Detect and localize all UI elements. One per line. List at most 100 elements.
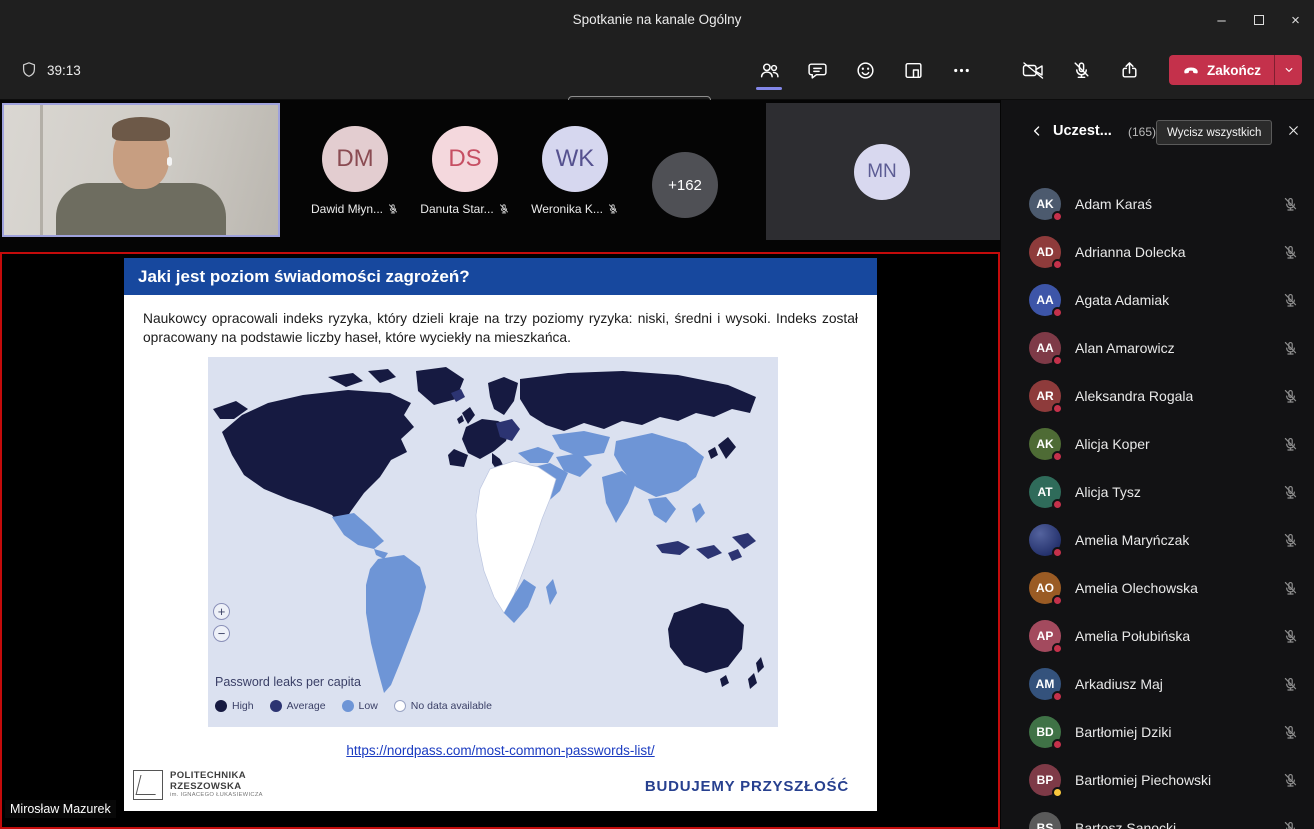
mic-off-icon xyxy=(1282,292,1299,309)
nordpass-link: https://nordpass.com/most-common-passwor… xyxy=(346,743,654,758)
mic-off-icon xyxy=(1282,676,1299,693)
close-button[interactable]: × xyxy=(1277,0,1314,40)
strip-participant-tile[interactable]: DS Danuta Star... xyxy=(410,100,520,250)
participant-row[interactable]: AK Alicja Koper xyxy=(1001,420,1314,468)
participant-name: Amelia Olechowska xyxy=(1075,580,1198,596)
maximize-button[interactable] xyxy=(1240,0,1277,40)
participant-name: Amelia Maryńczak xyxy=(1075,532,1189,548)
presenter-name-label: Mirosław Mazurek xyxy=(5,800,116,818)
active-tab-indicator xyxy=(756,87,782,90)
participant-row[interactable]: AA Alan Amarowicz xyxy=(1001,324,1314,372)
map-legend-title: Password leaks per capita xyxy=(215,675,361,689)
participant-name: Adam Karaś xyxy=(1075,196,1152,212)
chat-button[interactable] xyxy=(796,49,838,91)
participant-row[interactable]: Amelia Maryńczak xyxy=(1001,516,1314,564)
overflow-count-badge: +162 xyxy=(652,152,718,218)
camera-toggle-button[interactable] xyxy=(1012,49,1054,91)
participant-row[interactable]: BP Bartłomiej Piechowski xyxy=(1001,756,1314,804)
strip-participant-name: Dawid Młyn... xyxy=(311,202,399,216)
participant-row[interactable]: BD Bartłomiej Dziki xyxy=(1001,708,1314,756)
mic-off-icon xyxy=(1282,820,1299,829)
slide-link-row: https://nordpass.com/most-common-passwor… xyxy=(124,742,877,760)
overflow-participants-tile[interactable]: +162 xyxy=(630,100,740,218)
minimize-button[interactable]: – xyxy=(1203,0,1240,40)
participant-row[interactable]: AK Adam Karaś xyxy=(1001,180,1314,228)
presence-dot xyxy=(1052,355,1063,366)
hang-up-icon xyxy=(1182,61,1200,79)
participant-video-tile[interactable]: MN xyxy=(766,103,1000,240)
legend-item: High xyxy=(215,700,254,712)
mic-off-icon xyxy=(498,203,510,215)
legend-color-dot xyxy=(270,700,282,712)
politechnika-logo-mark xyxy=(133,770,163,800)
participant-name: Alan Amarowicz xyxy=(1075,340,1175,356)
panel-back-button[interactable] xyxy=(1029,123,1047,141)
avatar: DM xyxy=(322,126,388,192)
strip-participant-tile[interactable]: WK Weronika K... xyxy=(520,100,630,250)
toolbar-center-icons xyxy=(748,49,982,91)
people-icon xyxy=(759,60,780,81)
end-call-button[interactable]: Zakończ xyxy=(1169,55,1274,85)
toolbar-device-icons xyxy=(1012,49,1150,91)
mic-off-icon xyxy=(1282,436,1299,453)
participant-name: Alicja Tysz xyxy=(1075,484,1141,500)
mic-off-icon xyxy=(607,203,619,215)
meeting-timer: 39:13 xyxy=(47,63,81,78)
avatar: WK xyxy=(542,126,608,192)
end-call-options-button[interactable] xyxy=(1275,55,1302,85)
mic-off-icon xyxy=(1282,772,1299,789)
presenter-video-tile[interactable] xyxy=(2,103,280,237)
participant-name: Amelia Połubińska xyxy=(1075,628,1190,644)
legend-color-dot xyxy=(394,700,406,712)
more-actions-button[interactable] xyxy=(940,49,982,91)
presence-dot xyxy=(1052,595,1063,606)
participant-row[interactable]: AM Arkadiusz Maj xyxy=(1001,660,1314,708)
participants-panel: Uczest... (165) Wycisz wszystkich AK Ada… xyxy=(1001,100,1314,829)
avatar: AD xyxy=(1029,236,1061,268)
participant-row[interactable]: AD Adrianna Dolecka xyxy=(1001,228,1314,276)
close-icon xyxy=(1286,123,1301,138)
avatar: BP xyxy=(1029,764,1061,796)
rooms-button[interactable] xyxy=(892,49,934,91)
presentation-slide: Jaki jest poziom świadomości zagrożeń? N… xyxy=(124,258,877,811)
avatar: AO xyxy=(1029,572,1061,604)
participant-row[interactable]: AA Agata Adamiak xyxy=(1001,276,1314,324)
chevron-left-icon xyxy=(1029,123,1045,139)
mic-off-icon xyxy=(1282,580,1299,597)
participant-row[interactable]: AO Amelia Olechowska xyxy=(1001,564,1314,612)
participant-list: AK Adam Karaś AD Adrianna Dolecka AA Aga… xyxy=(1001,180,1314,829)
participant-name: Aleksandra Rogala xyxy=(1075,388,1193,404)
mic-off-icon xyxy=(1282,628,1299,645)
mic-off-icon xyxy=(1071,60,1092,81)
window-title: Spotkanie na kanale Ogólny xyxy=(0,0,1314,40)
panel-close-button[interactable] xyxy=(1286,123,1304,141)
participant-row[interactable]: AP Amelia Połubińska xyxy=(1001,612,1314,660)
participant-name: Bartłomiej Dziki xyxy=(1075,724,1171,740)
mic-toggle-button[interactable] xyxy=(1060,49,1102,91)
logo-line3: im. IGNACEGO ŁUKASIEWICZA xyxy=(170,792,263,798)
screen-share-region: Jaki jest poziom świadomości zagrożeń? N… xyxy=(0,252,1000,829)
mute-all-button[interactable]: Wycisz wszystkich xyxy=(1156,120,1272,145)
participants-button[interactable] xyxy=(748,49,790,91)
politechnika-logo: POLITECHNIKA RZESZOWSKA im. IGNACEGO ŁUK… xyxy=(133,770,263,800)
presence-dot xyxy=(1052,547,1063,558)
participant-name: Alicja Koper xyxy=(1075,436,1150,452)
avatar: AR xyxy=(1029,380,1061,412)
participant-name: Bartłomiej Piechowski xyxy=(1075,772,1211,788)
mic-off-icon xyxy=(1282,196,1299,213)
participant-row[interactable]: AT Alicja Tysz xyxy=(1001,468,1314,516)
presenter-silhouette xyxy=(56,183,226,237)
mic-off-icon xyxy=(1282,340,1299,357)
slide-title: Jaki jest poziom świadomości zagrożeń? xyxy=(124,258,877,295)
participant-row[interactable]: BS Bartosz Sanocki xyxy=(1001,804,1314,829)
avatar xyxy=(1029,524,1061,556)
choropleth-map xyxy=(208,357,778,727)
chat-icon xyxy=(807,60,828,81)
panel-title: Uczest... xyxy=(1053,123,1112,139)
participant-row[interactable]: AR Aleksandra Rogala xyxy=(1001,372,1314,420)
share-button[interactable] xyxy=(1108,49,1150,91)
participants-avatar-strip: DM Dawid Młyn... DS Danuta Star... WK We… xyxy=(300,100,630,250)
reactions-button[interactable] xyxy=(844,49,886,91)
strip-participant-tile[interactable]: DM Dawid Młyn... xyxy=(300,100,410,250)
mic-off-icon xyxy=(387,203,399,215)
